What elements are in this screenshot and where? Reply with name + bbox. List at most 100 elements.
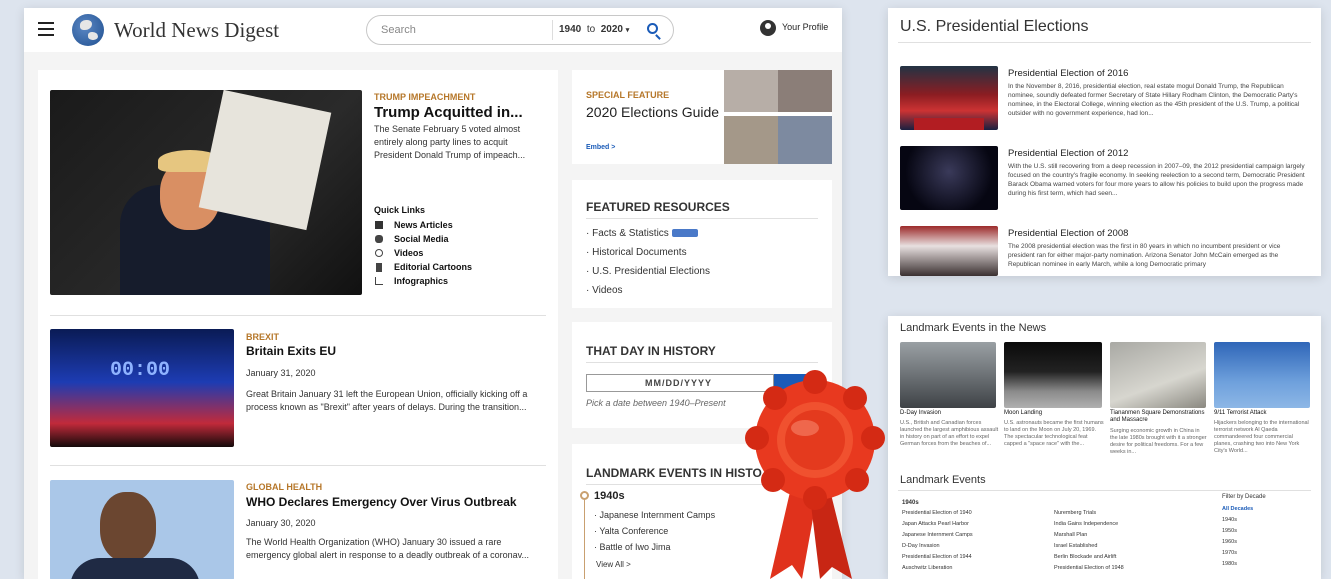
year-to[interactable]: 2020	[601, 24, 623, 35]
filter-option[interactable]: 1950s	[1222, 528, 1237, 535]
divider	[898, 42, 1311, 43]
landmark-item-label[interactable]: Japanese Internment Camps	[600, 510, 716, 520]
resource-label[interactable]: Facts & Statistics	[592, 228, 669, 239]
quick-link-news[interactable]: News Articles	[394, 220, 453, 230]
tiananmen-photo[interactable]	[1110, 342, 1206, 408]
election-2012-photo[interactable]	[900, 146, 998, 210]
dday-photo[interactable]	[900, 342, 996, 408]
resource-label[interactable]: U.S. Presidential Elections	[592, 266, 710, 277]
story-headline[interactable]: Britain Exits EU	[246, 344, 336, 358]
story-kicker[interactable]: BREXIT	[246, 332, 279, 342]
election-title[interactable]: Presidential Election of 2012	[1008, 148, 1128, 159]
event-link[interactable]: Japan Attacks Pearl Harbor	[902, 521, 969, 528]
brand-title[interactable]: World News Digest	[114, 18, 279, 43]
photo-face	[100, 492, 156, 562]
landmark-card-summary: Hijackers belonging to the international…	[1214, 420, 1309, 454]
chat-icon	[375, 235, 383, 243]
story-headline[interactable]: WHO Declares Emergency Over Virus Outbre…	[246, 495, 517, 509]
featured-resources-title: FEATURED RESOURCES	[586, 200, 730, 214]
filter-option[interactable]: 1940s	[1222, 517, 1237, 524]
date-input-placeholder[interactable]: MM/DD/YYYY	[645, 378, 712, 388]
election-2008-photo[interactable]	[900, 226, 998, 276]
election-title[interactable]: Presidential Election of 2016	[1008, 68, 1128, 79]
event-link[interactable]: Nuremberg Trials	[1054, 510, 1096, 517]
landmark-item[interactable]: · Japanese Internment Camps	[594, 510, 715, 520]
story-kicker[interactable]: TRUMP IMPEACHMENT	[374, 92, 475, 102]
event-link[interactable]: Presidential Election of 1944	[902, 554, 972, 561]
date-hint: Pick a date between 1940–Present	[586, 398, 726, 408]
quick-link-infographics[interactable]: Infographics	[394, 276, 448, 286]
menu-icon[interactable]	[38, 22, 54, 36]
landmark-item[interactable]: · Battle of Iwo Jima	[594, 542, 671, 552]
quick-link-social[interactable]: Social Media	[394, 234, 449, 244]
newspaper-icon	[375, 221, 383, 229]
brexit-photo[interactable]: 00:00	[50, 329, 234, 447]
landmark-item[interactable]: · Yalta Conference	[594, 526, 668, 536]
filter-option[interactable]: 1960s	[1222, 539, 1237, 546]
embed-link[interactable]: Embed >	[586, 144, 615, 151]
decade-label[interactable]: 1940s	[594, 490, 625, 502]
view-all-link[interactable]: View All >	[596, 560, 631, 569]
profile-avatar-icon[interactable]	[760, 20, 776, 36]
event-link[interactable]: Japanese Internment Camps	[902, 532, 973, 539]
search-bar[interactable]: Search 1940 to 2020 ▾	[366, 15, 674, 45]
resource-elections[interactable]: · U.S. Presidential Elections	[586, 266, 710, 277]
profile-label[interactable]: Your Profile	[782, 22, 828, 32]
year-from[interactable]: 1940	[559, 24, 581, 35]
landmark-card-title[interactable]: D-Day Invasion	[900, 410, 998, 417]
candidate-photo	[724, 70, 778, 112]
top-bar: World News Digest Search 1940 to 2020 ▾ …	[24, 8, 842, 52]
trump-sign	[914, 118, 984, 130]
quick-links-title: Quick Links	[374, 205, 426, 215]
event-link[interactable]: India Gains Independence	[1054, 521, 1118, 528]
resource-documents[interactable]: · Historical Documents	[586, 247, 687, 258]
event-link[interactable]: Marshall Plan	[1054, 532, 1087, 539]
landmark-item-label[interactable]: Yalta Conference	[599, 526, 668, 536]
divider	[50, 315, 546, 316]
election-title[interactable]: Presidential Election of 2008	[1008, 228, 1128, 239]
event-link[interactable]: Auschwitz Liberation	[902, 565, 952, 572]
trump-photo[interactable]	[50, 90, 362, 295]
landmark-card-title[interactable]: Moon Landing	[1004, 410, 1102, 417]
filter-option[interactable]: All Decades	[1222, 506, 1253, 513]
landmark-card-title[interactable]: Tiananmen Square Demonstrations and Mass…	[1110, 410, 1206, 424]
landmark-card-title[interactable]: 9/11 Terrorist Attack	[1214, 410, 1310, 417]
filter-option[interactable]: 1970s	[1222, 550, 1237, 557]
story-headline[interactable]: Trump Acquitted in...	[374, 104, 523, 121]
special-feature-title[interactable]: 2020 Elections Guide	[586, 104, 719, 120]
quick-link-videos[interactable]: Videos	[394, 248, 423, 258]
election-2016-photo[interactable]	[900, 66, 998, 130]
moon-landing-photo[interactable]	[1004, 342, 1102, 408]
event-link[interactable]: Presidential Election of 1948	[1054, 565, 1124, 572]
event-link[interactable]: Israel Established	[1054, 543, 1097, 550]
search-input[interactable]: Search	[381, 24, 416, 36]
year-range[interactable]: 1940 to 2020 ▾	[559, 24, 629, 35]
story-kicker[interactable]: GLOBAL HEALTH	[246, 482, 322, 492]
divider	[898, 490, 1311, 491]
resource-facts[interactable]: · Facts & Statistics	[586, 228, 698, 239]
election-summary: With the U.S. still recovering from a de…	[1008, 163, 1305, 197]
candidate-photo	[724, 116, 778, 164]
event-link[interactable]: D-Day Invasion	[902, 543, 940, 550]
resource-label[interactable]: Historical Documents	[592, 247, 686, 258]
your-profile-link[interactable]: Your Profile	[782, 22, 828, 32]
event-link[interactable]: Presidential Election of 1940	[902, 510, 972, 517]
special-feature-card[interactable]: SPECIAL FEATURE 2020 Elections Guide Emb…	[572, 70, 832, 164]
resource-videos[interactable]: · Videos	[586, 285, 623, 296]
photo-newspaper	[198, 90, 332, 231]
cartoon-icon	[376, 263, 382, 272]
globe-logo-icon[interactable]	[72, 14, 104, 46]
landmark-events-window: Landmark Events in the News D-Day Invasi…	[888, 316, 1321, 579]
chevron-down-icon[interactable]: ▾	[626, 27, 630, 34]
resource-label[interactable]: Videos	[592, 285, 622, 296]
september-11-photo[interactable]	[1214, 342, 1310, 408]
world-almanac-badge-icon	[671, 229, 698, 238]
presidential-title: U.S. Presidential Elections	[900, 18, 1089, 35]
quick-link-cartoons[interactable]: Editorial Cartoons	[394, 262, 472, 272]
event-link[interactable]: Berlin Blockade and Airlift	[1054, 554, 1116, 561]
search-icon[interactable]	[647, 23, 658, 34]
filter-option[interactable]: 1980s	[1222, 561, 1237, 568]
search-divider	[552, 20, 553, 40]
landmark-item-label[interactable]: Battle of Iwo Jima	[600, 542, 671, 552]
who-photo[interactable]	[50, 480, 234, 579]
